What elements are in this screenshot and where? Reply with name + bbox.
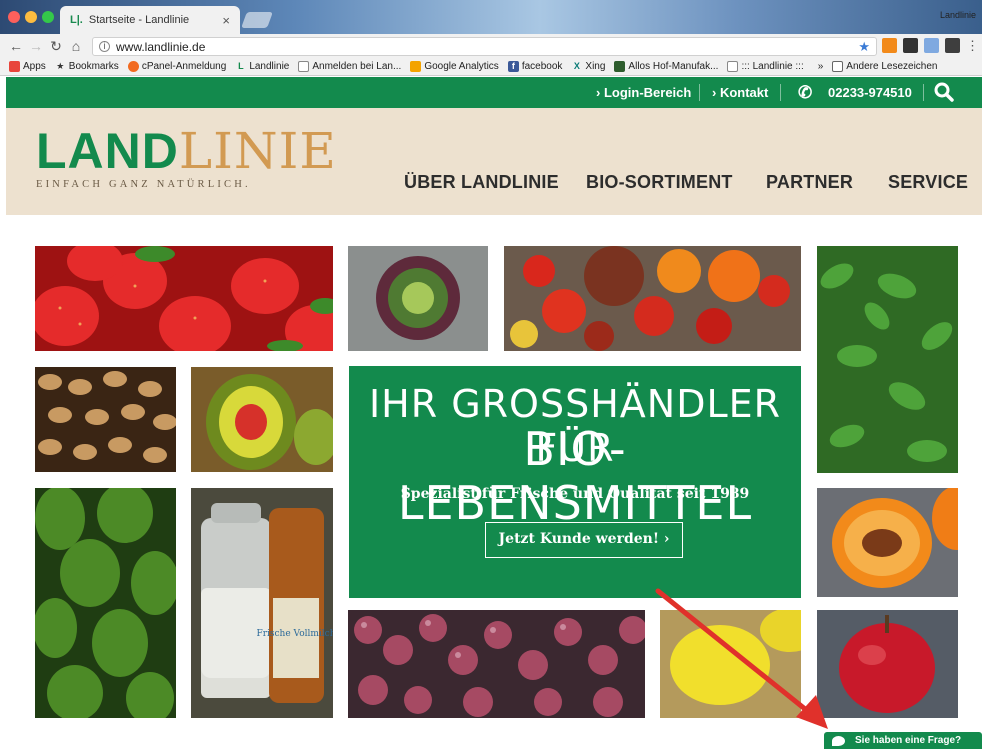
chat-label: Sie haben eine Frage?	[855, 735, 962, 746]
hero-subtitle: Spezialist für Frische und Qualität seit…	[400, 486, 750, 502]
bookmark-label: Bookmarks	[68, 61, 119, 72]
browser-menu-icon[interactable]: ⋮	[966, 38, 979, 53]
become-customer-button[interactable]: Jetzt Kunde werden! ›	[485, 522, 683, 558]
milk-label-text: Frische Vollmilch	[256, 629, 333, 639]
extension-analytics-icon[interactable]	[882, 38, 897, 53]
site-topbar: › Login-Bereich › Kontakt ✆ 02233-974510	[6, 77, 982, 108]
phone-icon: ✆	[798, 83, 813, 102]
strawberries-image	[35, 246, 333, 351]
chat-button[interactable]: Sie haben eine Frage?	[824, 732, 982, 749]
topbar-divider	[699, 84, 700, 101]
apricots-image	[817, 488, 958, 597]
browser-toolbar: ← → ↻ ⌂ i www.landlinie.de ★	[0, 34, 982, 58]
address-bar[interactable]: i www.landlinie.de ★	[92, 37, 877, 56]
site-header: LANDLINIE EINFACH GANZ NATÜRLICH. ÜBER L…	[6, 108, 982, 215]
address-bar-url: www.landlinie.de	[116, 39, 206, 54]
page-icon	[727, 61, 739, 72]
nav-bio-sortiment[interactable]: BIO-SORTIMENT	[586, 172, 733, 193]
bookmark-label: Google Analytics	[424, 61, 499, 72]
bookmark-other[interactable]: Andere Lesezeichen	[832, 61, 937, 72]
bookmark-label: Xing	[585, 61, 606, 72]
xing-icon: X	[573, 61, 580, 71]
bookmark-xing[interactable]: X Xing	[571, 61, 606, 72]
tomatoes-image	[504, 246, 801, 351]
logo-land: LAND	[36, 123, 179, 179]
lettuce-image	[348, 246, 488, 351]
analytics-icon	[410, 61, 422, 72]
milk-image: Frische Vollmilch	[191, 488, 333, 718]
contact-link[interactable]: › Kontakt	[712, 77, 768, 108]
close-window-icon[interactable]	[8, 11, 20, 23]
bookmark-apps[interactable]: Apps	[9, 61, 46, 72]
facebook-icon: f	[507, 61, 519, 72]
topbar-divider	[923, 84, 924, 101]
bookmark-star-icon[interactable]: ★	[858, 39, 870, 55]
screenshot-root: L|. Startseite - Landlinie × Landlinie ←…	[0, 0, 982, 749]
nav-ueber-landlinie[interactable]: ÜBER LANDLINIE	[404, 172, 559, 193]
folder-icon	[832, 61, 844, 72]
bookmark-anmelden[interactable]: Anmelden bei Lan...	[298, 61, 401, 72]
page-icon	[298, 61, 310, 72]
bookmark-label: ::: Landlinie :::	[741, 61, 804, 72]
home-icon[interactable]: ⌂	[66, 38, 86, 54]
hero-heading-line2: BIO-LEBENSMITTEL	[397, 422, 753, 530]
allos-icon	[614, 61, 626, 72]
nav-partner[interactable]: PARTNER	[766, 172, 853, 193]
search-icon[interactable]	[934, 82, 954, 102]
cpanel-icon	[127, 61, 139, 72]
tab-close-icon[interactable]: ×	[222, 13, 230, 28]
bookmark-label: Allos Hof-Manufak...	[628, 61, 719, 72]
window-user-label: Landlinie	[939, 10, 976, 20]
lemons-image	[660, 610, 801, 718]
site-info-icon[interactable]: i	[99, 41, 110, 52]
bookmark-label: Apps	[23, 61, 46, 72]
logo-linie: LINIE	[178, 122, 337, 180]
chat-bubble-icon	[832, 735, 845, 746]
bookmark-label: cPanel-Anmeldung	[141, 61, 227, 72]
logo-tagline: EINFACH GANZ NATÜRLICH.	[36, 179, 251, 190]
red-kiwi-image	[191, 367, 333, 472]
bookmark-facebook[interactable]: f facebook	[507, 61, 563, 72]
apps-grid-icon	[9, 61, 20, 72]
bookmarks-overflow-icon[interactable]: »	[818, 61, 824, 72]
bookmarks-bar: Apps ★ Bookmarks cPanel-Anmeldung L Land…	[0, 58, 982, 76]
bookmark-label: Andere Lesezeichen	[846, 61, 938, 72]
login-link[interactable]: › Login-Bereich	[596, 77, 691, 108]
tab-title: Startseite - Landlinie	[88, 14, 190, 26]
topbar-divider	[780, 84, 781, 101]
phone-number[interactable]: 02233-974510	[828, 77, 912, 108]
extension-book-icon[interactable]	[903, 38, 918, 53]
extension-icons: ⋮	[882, 38, 979, 53]
site-logo[interactable]: LANDLINIE	[36, 126, 337, 176]
reload-icon[interactable]: ↻	[46, 38, 66, 55]
bookmark-landlinie[interactable]: L Landlinie	[235, 61, 289, 72]
browser-tab-active[interactable]: L|. Startseite - Landlinie ×	[60, 6, 240, 34]
tab-favicon-icon: L|.	[70, 14, 83, 26]
bookmark-label: Anmelden bei Lan...	[312, 61, 402, 72]
extension-tag-icon[interactable]	[924, 38, 939, 53]
minimize-window-icon[interactable]	[25, 11, 37, 23]
extension-check-icon[interactable]	[945, 38, 960, 53]
bookmark-landlinie-2[interactable]: ::: Landlinie :::	[727, 61, 804, 72]
star-icon: ★	[56, 61, 65, 71]
grapes-image	[348, 610, 645, 718]
bookmark-bookmarks[interactable]: ★ Bookmarks	[55, 61, 119, 72]
forward-arrow-icon[interactable]: →	[26, 38, 46, 54]
maximize-window-icon[interactable]	[42, 11, 54, 23]
plum-image	[817, 610, 958, 718]
avocados-image	[35, 488, 176, 718]
nav-service[interactable]: SERVICE	[888, 172, 968, 193]
nuts-image	[35, 367, 176, 472]
bookmark-cpanel[interactable]: cPanel-Anmeldung	[127, 61, 227, 72]
bookmark-label: facebook	[521, 61, 563, 72]
new-tab-button[interactable]	[241, 12, 273, 28]
bookmark-label: Landlinie	[249, 61, 290, 72]
back-arrow-icon[interactable]: ←	[6, 38, 26, 54]
bookmark-google-analytics[interactable]: Google Analytics	[410, 61, 499, 72]
hero-banner: IHR GROSSHÄNDLER FÜR BIO-LEBENSMITTEL Sp…	[349, 366, 801, 598]
lambs-lettuce-image	[817, 246, 958, 473]
browser-tab-strip: L|. Startseite - Landlinie × Landlinie	[0, 0, 982, 34]
bookmark-allos[interactable]: Allos Hof-Manufak...	[614, 61, 718, 72]
landlinie-icon: L	[238, 61, 244, 71]
